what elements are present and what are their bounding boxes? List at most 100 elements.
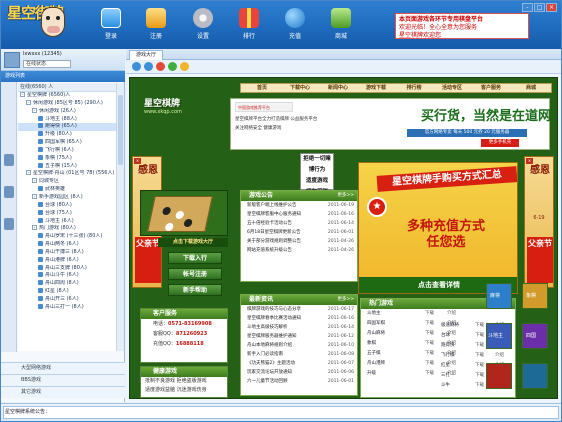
news-item[interactable]: 6月18日星空棋牌更新公告 2011-06-01 xyxy=(241,228,357,237)
topup-qq[interactable]: 16888118 xyxy=(176,341,204,347)
game-download-link[interactable]: 下载 xyxy=(475,331,484,341)
expand-toggle-icon[interactable]: - xyxy=(26,170,31,176)
news-item[interactable]: 新版客户端上线维护公告 2011-06-19 xyxy=(241,201,357,210)
close-icon[interactable]: × xyxy=(526,158,533,164)
game-download-link[interactable]: 下载 xyxy=(475,381,484,391)
news-item[interactable]: 星空棋牌客服中心服务通知 2011-06-16 xyxy=(241,210,357,219)
game-name[interactable]: 五子棋 xyxy=(367,351,381,356)
news-item[interactable]: 棋牌游戏的技巧与心态分享 2011-06-17 xyxy=(241,305,357,314)
tree-item[interactable]: - 休闲游戏 (85区号 85) (290人) xyxy=(18,99,116,108)
game-download-link[interactable]: 下载 xyxy=(475,361,484,371)
footer-tab-other[interactable]: 其它游戏 xyxy=(1,386,125,398)
close-button[interactable]: × xyxy=(546,3,557,12)
game-name[interactable]: 象棋 xyxy=(367,341,376,346)
tree-scrollbar[interactable] xyxy=(116,83,124,351)
announcement-input[interactable] xyxy=(3,406,559,419)
tree-item[interactable]: 升级 (80人) xyxy=(18,131,116,139)
help-button[interactable]: 新手帮助 xyxy=(168,284,222,296)
tree-item[interactable]: 飞行棋 (6人) xyxy=(18,146,116,155)
tree-item[interactable]: 五子棋 (15人) xyxy=(18,162,116,171)
news-item[interactable]: 五十倍经验卡活动公告 2011-06-14 xyxy=(241,219,357,228)
close-icon[interactable]: × xyxy=(134,158,141,164)
game-name[interactable]: 跑得快 xyxy=(441,343,455,348)
web-nav-item[interactable]: 首页 xyxy=(243,84,281,93)
game-download-link[interactable]: 下载 xyxy=(425,329,434,339)
web-nav-item[interactable]: 新闻中心 xyxy=(319,84,357,93)
tree-item[interactable]: 舟山四周 (8人) xyxy=(18,280,116,288)
tree-item[interactable]: - 星空棋牌·舟山 (01区号 78) (556人) xyxy=(18,170,116,178)
expand-toggle-icon[interactable]: - xyxy=(32,178,37,184)
game-list-tab[interactable]: 游戏列表 xyxy=(1,71,125,82)
news-item[interactable]: 玩家交流论坛开放通知 2011-06-06 xyxy=(241,368,357,377)
expand-toggle-icon[interactable]: - xyxy=(32,107,37,113)
back-icon[interactable] xyxy=(132,62,141,71)
tree-item[interactable]: 四国军棋 (65人) xyxy=(18,139,116,147)
web-nav-item[interactable]: 客户服务 xyxy=(471,84,511,93)
person-icon[interactable] xyxy=(4,186,14,198)
game-name[interactable]: 极速麻将 xyxy=(441,323,459,328)
tree-item[interactable]: - 热门游戏 (80人) xyxy=(18,225,116,233)
web-nav-item[interactable]: 活动专区 xyxy=(433,84,471,93)
game-download-link[interactable]: 下载 xyxy=(475,321,484,331)
tree-item[interactable]: 舟山干搏三 (8人) xyxy=(18,248,116,257)
scrollbar-thumb[interactable] xyxy=(118,95,123,165)
junqi-tile[interactable]: 四国 xyxy=(522,323,548,349)
news-item[interactable]: 星空棋牌服务器维护通知 2011-06-12 xyxy=(241,332,357,341)
game-tile[interactable] xyxy=(522,363,548,389)
recharge-ad-banner[interactable]: 星空棋牌手购买方式汇总 ★ 多种充值方式 任您选 点击查看详情 xyxy=(358,162,518,294)
game-name[interactable]: 红星 xyxy=(441,363,450,368)
tree-item[interactable]: 象棋 (75人) xyxy=(18,154,116,163)
nav-rank-button[interactable]: 排行 xyxy=(229,7,269,43)
tree-item[interactable]: - 新手游戏园区 (8人) xyxy=(18,193,116,202)
game-download-link[interactable]: 下载 xyxy=(475,371,484,381)
service-qq[interactable]: 871260923 xyxy=(176,331,207,337)
game-download-link[interactable]: 下载 xyxy=(425,349,434,359)
game-preview-image[interactable] xyxy=(140,190,228,236)
tree-item[interactable]: 斗地主 (88人) xyxy=(18,115,116,124)
person-icon[interactable] xyxy=(4,154,14,166)
web-nav-item[interactable]: 下载中心 xyxy=(281,84,319,93)
news-item[interactable]: 舟山本地麻将规则介绍 2011-06-10 xyxy=(241,341,357,350)
game-name[interactable]: 斗地主 xyxy=(367,311,381,316)
news-item[interactable]: 斗地主高级技巧解析 2011-06-14 xyxy=(241,323,357,332)
tree-item[interactable]: 斗地主 (6人) xyxy=(18,217,116,226)
game-name[interactable]: 升级 xyxy=(367,371,376,376)
refresh-icon[interactable] xyxy=(168,62,177,71)
game-name[interactable]: 斗牛 xyxy=(441,383,450,388)
game-download-link[interactable]: 下载 xyxy=(475,351,484,361)
game-name[interactable]: 舟山港牌 xyxy=(367,361,385,366)
game-name[interactable]: 飞行棋 xyxy=(441,353,455,358)
maximize-button[interactable]: □ xyxy=(534,3,545,12)
footer-tab-bbs[interactable]: BBS游戏 xyxy=(1,374,125,386)
tree-item[interactable]: 台球 (75人) xyxy=(18,209,116,218)
expand-toggle-icon[interactable]: - xyxy=(32,225,37,231)
mahjong-tile[interactable]: 麻将 xyxy=(486,283,512,309)
right-float-banner[interactable]: × 感恩 6·19 父亲节 xyxy=(524,156,554,288)
game-download-link[interactable]: 下载 xyxy=(475,341,484,351)
more-link[interactable]: 更多>> xyxy=(337,295,354,305)
tree-item[interactable]: - 同城专区 xyxy=(18,178,116,186)
minimize-button[interactable]: - xyxy=(522,3,533,12)
tree-item[interactable]: 台球 (80人) xyxy=(18,201,116,210)
tab-game-hall[interactable]: 游戏大厅 xyxy=(129,50,164,60)
news-item[interactable]: 《功夫熊猫2》主题活动 2011-06-07 xyxy=(241,359,357,368)
tree-item[interactable]: 舟山斗牛 (6人) xyxy=(18,272,116,280)
news-item[interactable]: 新手入门必读指南 2011-06-08 xyxy=(241,350,357,359)
tree-item[interactable]: 舟山开三 (6人) xyxy=(18,295,116,304)
game-download-link[interactable]: 下载 xyxy=(425,369,434,379)
nav-settings-button[interactable]: 设置 xyxy=(183,7,223,43)
nav-register-button[interactable]: 注册 xyxy=(136,7,176,43)
game-name[interactable]: 四国军棋 xyxy=(367,321,385,326)
game-name[interactable]: 台球 xyxy=(441,333,450,338)
nav-login-button[interactable]: 登录 xyxy=(91,7,131,43)
news-item[interactable]: 六一儿童节活动回顾 2011-06-01 xyxy=(241,377,357,386)
home-icon[interactable] xyxy=(180,62,189,71)
download-hall-button[interactable]: 点击下载游戏大厅 xyxy=(158,238,228,247)
game-download-link[interactable]: 下载 xyxy=(425,339,434,349)
forward-icon[interactable] xyxy=(144,62,153,71)
avatar[interactable] xyxy=(4,52,20,68)
tree-item[interactable]: 舟山三支牌 (80人) xyxy=(18,264,116,273)
top-ad-banner[interactable]: 本页面游戏各环节专用棋盘平台 欢迎光临！全心全意为您服务 星空棋牌欢迎您 xyxy=(395,13,529,39)
tree-item[interactable]: 舟山罗宋 (十三张) (80人) xyxy=(18,233,116,241)
game-name[interactable]: 舟山麻将 xyxy=(367,331,385,336)
